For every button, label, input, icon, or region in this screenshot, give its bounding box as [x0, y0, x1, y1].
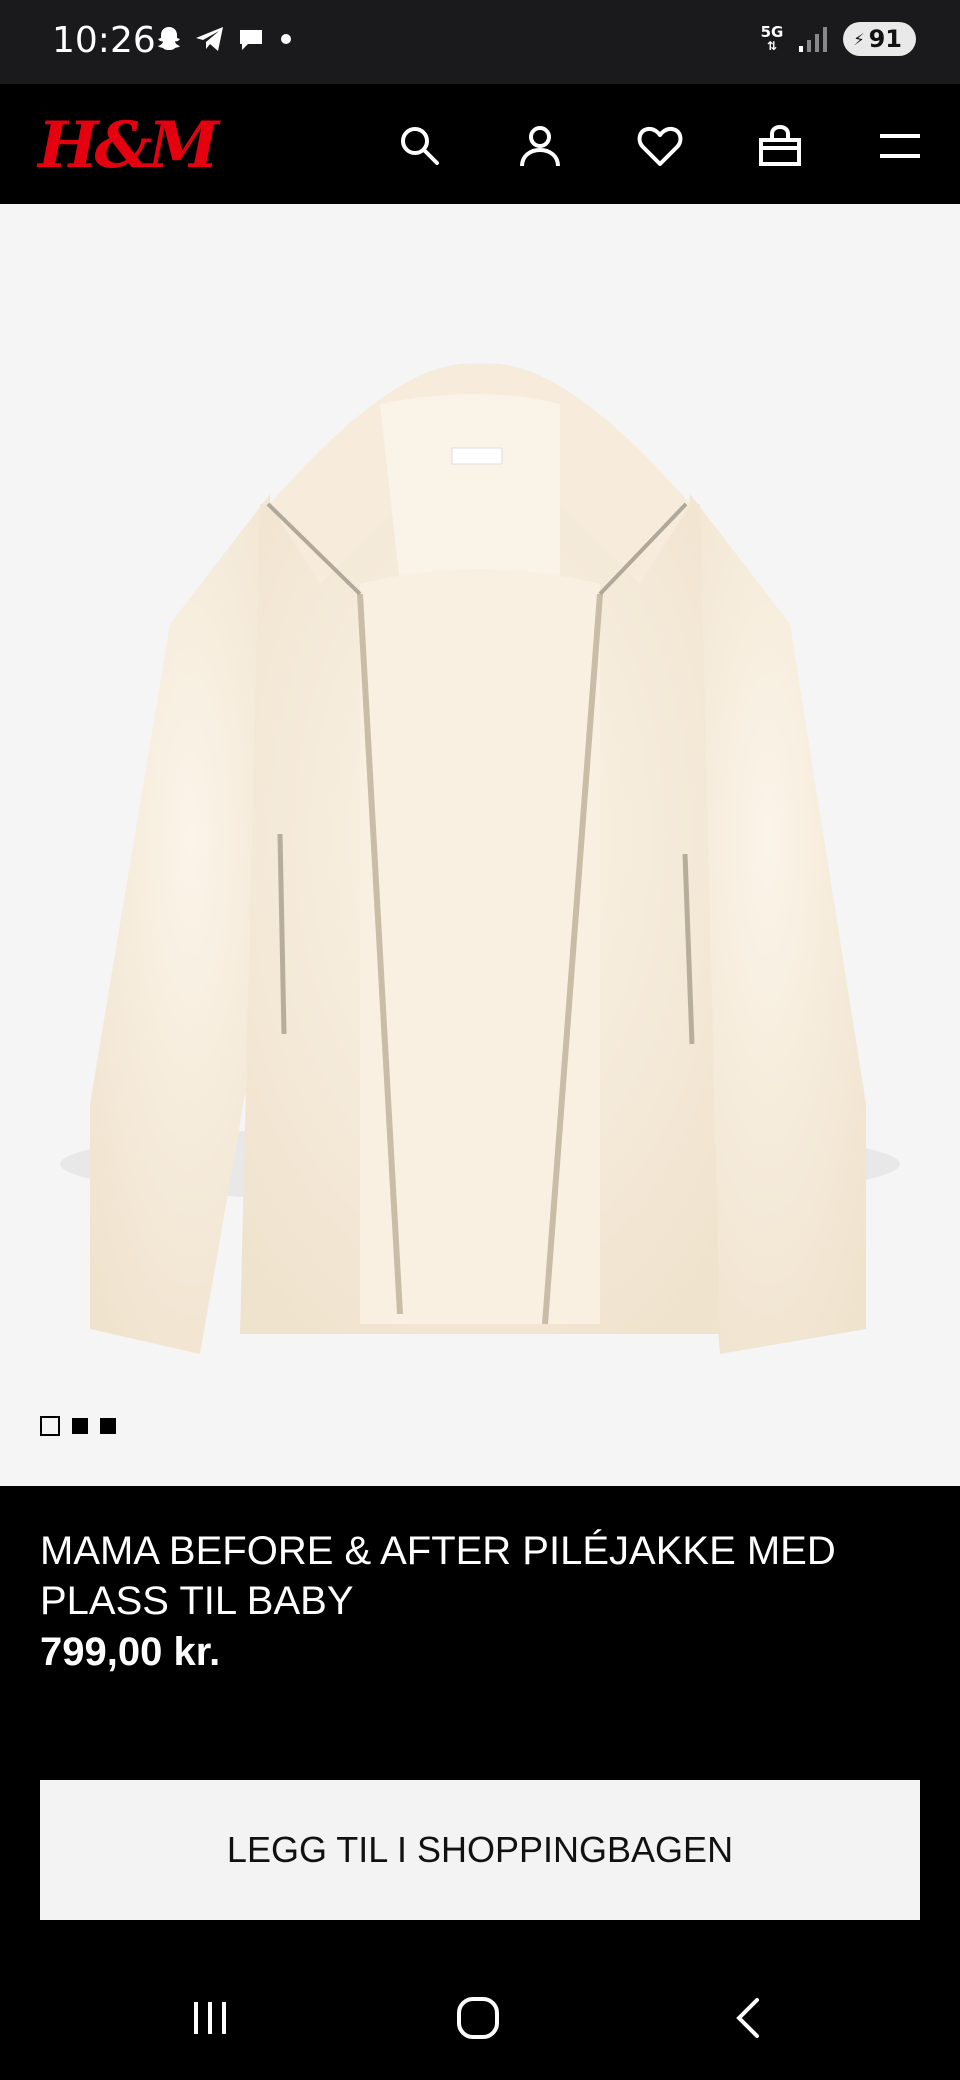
system-navigation-bar [0, 1960, 960, 2080]
notification-icons [154, 24, 296, 54]
search-button[interactable] [394, 120, 446, 172]
search-icon [401, 127, 439, 165]
hm-logo[interactable]: H&M [38, 108, 219, 183]
favorites-button[interactable] [634, 120, 686, 172]
snapchat-icon [158, 27, 180, 50]
data-arrows-icon: ⇅ [766, 39, 778, 53]
product-image [60, 363, 900, 1354]
gallery-pagination [40, 1416, 116, 1436]
battery-saver-icon: ⚡ [853, 29, 865, 49]
recent-apps-button[interactable] [170, 1988, 250, 2048]
battery-indicator: ⚡ 91 [843, 22, 916, 56]
status-bar: 10:26 5G ⇅ ⚡ 91 [0, 0, 960, 84]
chat-icon [240, 30, 262, 50]
recent-apps-icon [194, 2002, 226, 2034]
product-price: 799,00 kr. [40, 1630, 221, 1674]
account-button[interactable] [514, 120, 566, 172]
battery-level: 91 [868, 25, 902, 53]
menu-icon [880, 134, 920, 158]
product-title: MAMA BEFORE & AFTER PILÉJAKKE MED PLASS … [40, 1529, 836, 1623]
site-header: H&M [0, 84, 960, 204]
back-button[interactable] [708, 1988, 788, 2048]
product-image-gallery[interactable] [0, 204, 960, 1486]
status-time: 10:26 [52, 20, 156, 61]
back-icon [736, 1998, 759, 2038]
telegram-icon [196, 27, 223, 51]
menu-button[interactable] [874, 120, 926, 172]
signal-icon [799, 27, 828, 52]
account-icon [520, 126, 560, 167]
network-indicator: 5G ⇅ [760, 23, 784, 54]
shopping-bag-button[interactable] [754, 120, 806, 172]
pagination-dot-active[interactable] [40, 1416, 60, 1436]
add-to-bag-button[interactable]: LEGG TIL I SHOPPINGBAGEN [40, 1780, 920, 1920]
status-right: 5G ⇅ ⚡ 91 [761, 22, 916, 56]
home-icon [457, 1997, 499, 2039]
favorites-icon [637, 126, 683, 166]
home-button[interactable] [438, 1988, 518, 2048]
pagination-dot[interactable] [100, 1418, 116, 1434]
shopping-bag-icon [759, 124, 801, 166]
pagination-dot[interactable] [72, 1418, 88, 1434]
dot-icon [281, 34, 291, 44]
network-label: 5G [760, 23, 784, 41]
